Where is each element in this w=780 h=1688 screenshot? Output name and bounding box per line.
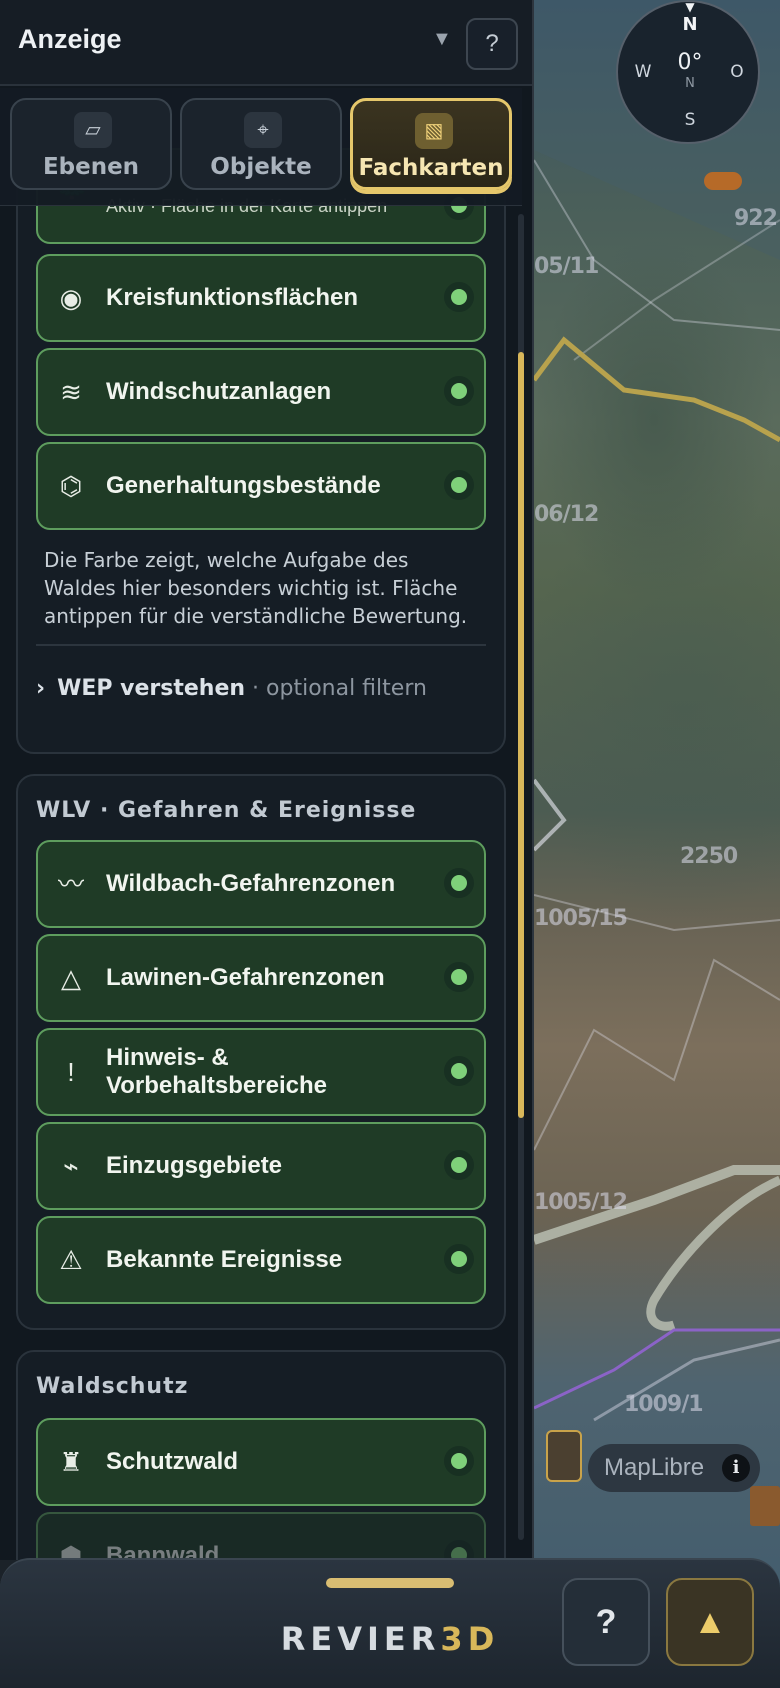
layer-label: Einzugsgebiete (106, 1152, 283, 1179)
section-title: WLV · Gefahren & Ereignisse (36, 798, 417, 823)
castle-icon: ♜ (59, 1447, 83, 1477)
brand-text-accent: 3D (440, 1620, 500, 1658)
wave-icon: 〰 (57, 869, 84, 899)
map-view[interactable]: 05/11 06/12 2250 1005/15 1005/12 1009/1 … (534, 0, 780, 1688)
wind-icon: ≋ (60, 377, 82, 407)
layer-label: Wildbach-Gefahrenzonen (106, 870, 396, 897)
map-parcel-label: 05/11 (534, 254, 599, 279)
compass-needle-icon: ▼ (685, 0, 695, 14)
lightning-icon: ⌁ (63, 1151, 79, 1181)
chevron-right-icon: › (36, 676, 46, 701)
layer-label: Windschutzanlagen (106, 378, 332, 405)
status-dot (444, 962, 474, 992)
compass-east: O (730, 62, 744, 82)
tab-objekte[interactable]: ⌖ Objekte (180, 98, 342, 190)
status-dot (444, 1446, 474, 1476)
tab-label: Objekte (210, 154, 312, 180)
layer-label: Generhaltungsbestände (106, 472, 381, 499)
bottom-bar: REVIER3D ? ▲ (0, 1558, 780, 1688)
layer-toggle-lawinen[interactable]: △ Lawinen-Gefahrenzonen (36, 934, 486, 1022)
tab-fachkarten[interactable]: ▧ Fachkarten (350, 98, 512, 190)
status-dot (444, 1150, 474, 1180)
layer-toggle-ereignisse[interactable]: ⚠ Bekannte Ereignisse (36, 1216, 486, 1304)
layers-icon: ▱ (74, 112, 112, 148)
expander-hint: · optional filtern (252, 676, 427, 701)
scrollbar-thumb[interactable] (518, 352, 524, 1118)
layer-label: Hinweis- & Vorbehaltsbereiche (106, 1044, 327, 1099)
panel-header: Anzeige ▼ ? (0, 0, 532, 86)
compass-south: S (684, 110, 696, 130)
drag-handle[interactable] (326, 1578, 454, 1588)
exclamation-icon: ! (67, 1057, 75, 1087)
compass-heading-dir: N (685, 76, 695, 91)
compass[interactable]: N ▼ W O S 0° N (616, 0, 760, 144)
compass-north: N (682, 14, 698, 35)
animal-marker-icon[interactable] (704, 172, 742, 190)
status-dot (444, 1244, 474, 1274)
wep-description: Die Farbe zeigt, welche Aufgabe des Wald… (44, 548, 468, 628)
layer-toggle-einzugsgebiete[interactable]: ⌁ Einzugsgebiete (36, 1122, 486, 1210)
hatched-map-icon: ▧ (415, 113, 453, 149)
panel-title[interactable]: Anzeige (18, 24, 122, 55)
layer-toggle-bannwald[interactable]: ⬢ Bannwald (36, 1512, 486, 1560)
layer-label: Lawinen-Gefahrenzonen (106, 964, 385, 991)
layer-toggle-kreisfunktionsflaechen[interactable]: ◉ Kreisfunktionsflächen (36, 254, 486, 342)
hexagon-filled-icon: ⬢ (59, 1541, 83, 1560)
target-icon: ◉ (59, 283, 83, 313)
map-parcel-label: 2250 (680, 844, 738, 869)
expander-label: WEP verstehen (57, 676, 246, 701)
map-parcel-label: 922 (734, 206, 778, 231)
layer-label: Bekannte Ereignisse (106, 1246, 343, 1273)
layer-label: Kreisfunktionsflächen (106, 284, 359, 311)
warning-icon: ⚠ (59, 1245, 83, 1275)
triangle-icon: △ (61, 963, 81, 993)
tab-bar: ▱ Ebenen ⌖ Objekte ▧ Fachkarten (0, 88, 522, 206)
map-parcel-label: 1009/1 (624, 1392, 704, 1417)
status-dot (444, 868, 474, 898)
layer-toggle-windschutzanlagen[interactable]: ≋ Windschutzanlagen (36, 348, 486, 436)
layer-toggle-generhaltungsbestaende[interactable]: ⌬ Generhaltungsbestände (36, 442, 486, 530)
status-dot (444, 282, 474, 312)
hexagon-icon: ⌬ (59, 471, 83, 501)
help-button[interactable]: ? (466, 18, 518, 70)
layer-toggle-schutzwald[interactable]: ♜ Schutzwald (36, 1418, 486, 1506)
status-dot (444, 1056, 474, 1086)
layer-toggle-wildbach[interactable]: 〰 Wildbach-Gefahrenzonen (36, 840, 486, 928)
map-parcel-label: 1005/12 (534, 1190, 628, 1215)
hunting-stand-marker-icon[interactable] (750, 1486, 780, 1526)
tab-ebenen[interactable]: ▱ Ebenen (10, 98, 172, 190)
attribution-label: MapLibre (604, 1454, 705, 1481)
camera-trap-marker-icon[interactable] (546, 1430, 582, 1482)
compass-heading: 0° (677, 50, 703, 75)
layer-label: Schutzwald (106, 1448, 239, 1475)
display-panel: 🌲 Aktiv · Fläche in der Karte antippen ◉… (0, 0, 534, 1560)
map-attribution[interactable]: MapLibre i (588, 1444, 760, 1492)
wep-expander[interactable]: › WEP verstehen · optional filtern (36, 676, 427, 701)
app-logo: REVIER3D (0, 1620, 780, 1658)
expand-button[interactable]: ▲ (666, 1578, 754, 1666)
help-button[interactable]: ? (562, 1578, 650, 1666)
chevron-down-icon[interactable]: ▼ (432, 28, 452, 51)
map-parcel-label: 1005/15 (534, 906, 628, 931)
status-dot (444, 376, 474, 406)
info-icon[interactable]: i (722, 1454, 750, 1482)
status-dot (444, 470, 474, 500)
brand-text: REVIER (280, 1620, 441, 1658)
divider (36, 644, 486, 646)
section-title: Waldschutz (36, 1374, 189, 1399)
compass-west: W (634, 62, 652, 82)
crosshair-icon: ⌖ (244, 112, 282, 148)
tab-label: Ebenen (42, 154, 140, 180)
status-dot (444, 1540, 474, 1560)
tab-label: Fachkarten (358, 155, 504, 181)
layer-toggle-hinweisbereiche[interactable]: ! Hinweis- & Vorbehaltsbereiche (36, 1028, 486, 1116)
map-parcel-label: 06/12 (534, 502, 599, 527)
